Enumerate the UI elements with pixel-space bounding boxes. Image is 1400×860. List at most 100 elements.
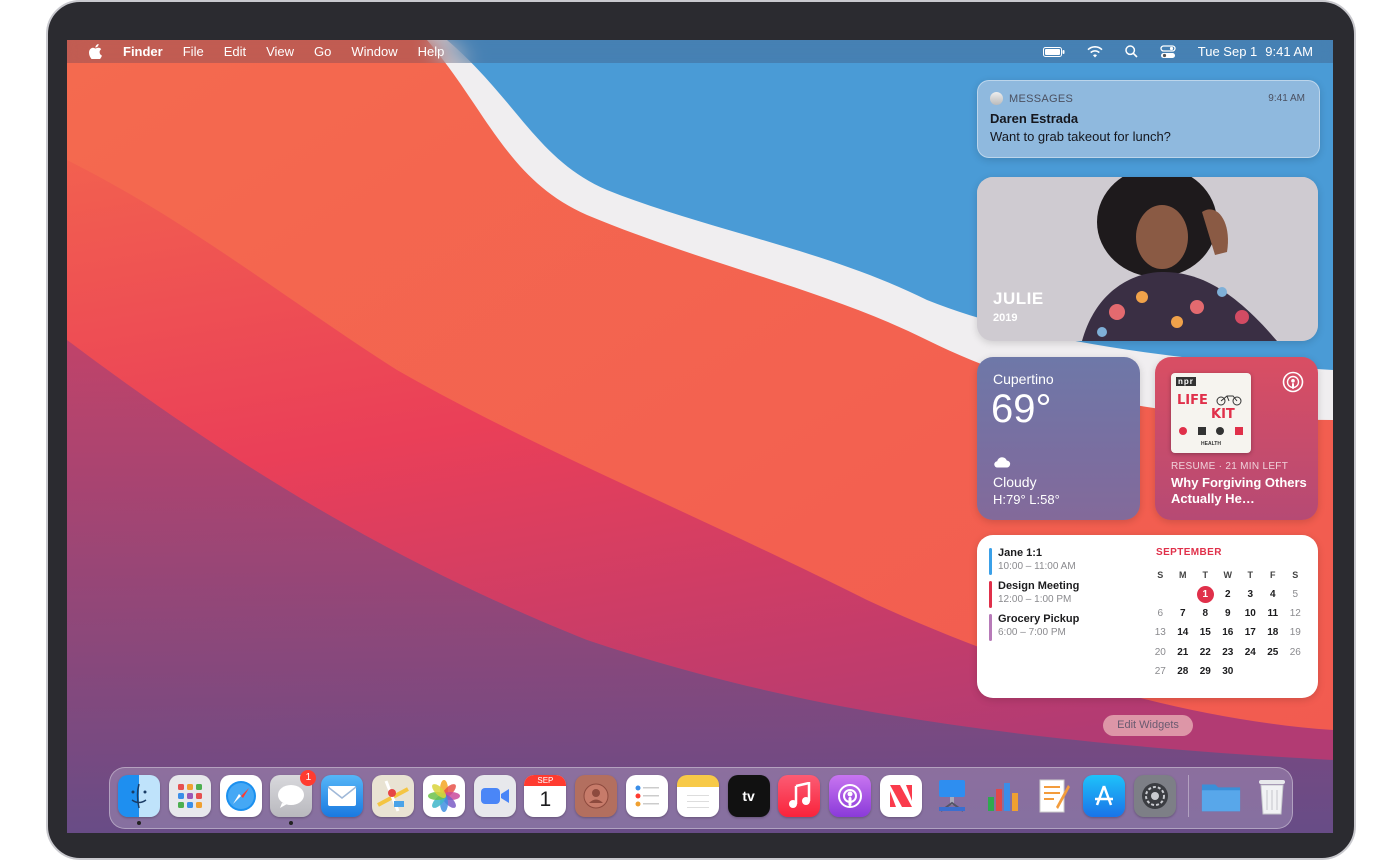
launchpad-icon[interactable]	[168, 775, 211, 817]
weather-city: Cupertino	[993, 371, 1054, 387]
messages-notification[interactable]: MESSAGES 9:41 AM Daren Estrada Want to g…	[977, 80, 1320, 158]
weekday-label: S	[1292, 569, 1299, 580]
contacts-icon[interactable]	[575, 775, 618, 817]
calendar-icon[interactable]: SEP 1	[524, 775, 567, 817]
calendar-day[interactable]: 2	[1217, 589, 1240, 600]
calendar-day[interactable]: 12	[1284, 608, 1307, 619]
mail-icon[interactable]	[321, 775, 364, 817]
safari-icon[interactable]	[219, 775, 262, 817]
apple-logo-icon[interactable]	[89, 44, 103, 60]
spotlight-search-icon[interactable]	[1125, 45, 1138, 58]
podcast-status: RESUME · 21 MIN LEFT	[1171, 461, 1289, 472]
notification-app-name: MESSAGES	[1009, 92, 1074, 105]
finder-icon[interactable]	[118, 775, 160, 825]
menu-view[interactable]: View	[266, 44, 294, 59]
podcasts-widget[interactable]: npr LIFE KIT HEALTH RESUME · 21 MIN LEFT…	[1155, 357, 1318, 520]
calendar-icon-month: SEP	[524, 775, 567, 786]
running-indicator	[137, 821, 141, 825]
menu-window[interactable]: Window	[351, 44, 397, 59]
app-store-icon[interactable]	[1083, 775, 1126, 817]
calendar-day[interactable]: 17	[1239, 627, 1262, 638]
messages-icon[interactable]: 1	[270, 770, 317, 825]
edit-widgets-button[interactable]: Edit Widgets	[1103, 715, 1193, 736]
apple-tv-label: tv	[742, 788, 755, 804]
control-center-icon[interactable]	[1160, 44, 1176, 59]
calendar-day[interactable]: 19	[1284, 627, 1307, 638]
calendar-day[interactable]: 22	[1194, 647, 1217, 658]
keynote-icon[interactable]	[931, 775, 973, 817]
menu-go[interactable]: Go	[314, 44, 331, 59]
calendar-day[interactable]: 30	[1217, 666, 1240, 677]
calendar-day[interactable]: 10	[1239, 608, 1262, 619]
calendar-day[interactable]: 14	[1172, 627, 1195, 638]
weather-widget[interactable]: Cupertino 69° Cloudy H:79° L:58°	[977, 357, 1140, 520]
event-title: Jane 1:1	[998, 547, 1043, 559]
calendar-day[interactable]: 20	[1149, 647, 1172, 658]
numbers-icon[interactable]	[982, 775, 1024, 817]
calendar-day[interactable]: 25	[1262, 647, 1285, 658]
calendar-day[interactable]: 15	[1194, 627, 1217, 638]
calendar-day[interactable]: 11	[1262, 608, 1285, 619]
dock-separator	[1187, 775, 1189, 817]
calendar-day[interactable]: 4	[1262, 589, 1285, 600]
music-icon[interactable]	[778, 775, 821, 817]
pages-icon[interactable]	[1032, 775, 1074, 817]
calendar-day[interactable]: 24	[1239, 647, 1262, 658]
notification-app-header: MESSAGES	[990, 92, 1073, 105]
calendar-day[interactable]: 27	[1149, 666, 1172, 677]
calendar-day[interactable]: 18	[1262, 627, 1285, 638]
calendar-day[interactable]: 28	[1172, 666, 1195, 677]
calendar-day[interactable]: 29	[1194, 666, 1217, 677]
calendar-day[interactable]: 23	[1217, 647, 1240, 658]
calendar-widget[interactable]: Jane 1:1 10:00 – 11:00 AM Design Meeting…	[977, 535, 1318, 698]
calendar-day[interactable]: 16	[1217, 627, 1240, 638]
weekday-label: S	[1157, 569, 1164, 580]
event-title: Design Meeting	[998, 580, 1080, 592]
system-preferences-icon[interactable]	[1133, 775, 1176, 817]
reminders-icon[interactable]	[625, 775, 668, 817]
calendar-day[interactable]: 5	[1284, 589, 1307, 600]
podcasts-icon[interactable]	[829, 775, 872, 817]
apple-tv-icon[interactable]: tv	[727, 775, 770, 817]
news-icon[interactable]	[879, 775, 922, 817]
cloud-icon	[993, 455, 1011, 473]
calendar-day[interactable]: 3	[1239, 589, 1262, 600]
calendar-week-row: 20 21 22 23 24 25 26	[1149, 643, 1307, 662]
cover-title-life: LIFE	[1177, 393, 1208, 408]
bicycle-illustration	[1216, 393, 1242, 406]
calendar-week-row: 13 14 15 16 17 18 19	[1149, 623, 1307, 642]
photos-icon[interactable]	[422, 775, 465, 817]
calendar-event[interactable]: Grocery Pickup 6:00 – 7:00 PM	[989, 613, 1139, 641]
calendar-day[interactable]: 21	[1172, 647, 1195, 658]
folder-icon[interactable]	[1200, 775, 1242, 817]
menu-file[interactable]: File	[183, 44, 204, 59]
photos-widget[interactable]: JULIE 2019	[977, 177, 1318, 341]
photo-caption-year: 2019	[993, 312, 1018, 324]
calendar-event[interactable]: Jane 1:1 10:00 – 11:00 AM	[989, 547, 1139, 575]
today-marker: 1	[1196, 585, 1214, 603]
wifi-icon[interactable]	[1087, 45, 1103, 58]
menu-app-name[interactable]: Finder	[123, 44, 163, 59]
menubar-clock[interactable]: Tue Sep 1 9:41 AM	[1198, 44, 1313, 59]
calendar-day[interactable]: 8	[1194, 608, 1217, 619]
calendar-grid: S M T W T F S 1 2 3 4 5 6 7 8 9 10 11 12…	[1149, 565, 1307, 681]
trash-icon[interactable]	[1251, 775, 1293, 817]
calendar-day-today[interactable]: 1	[1194, 585, 1217, 603]
calendar-day[interactable]: 13	[1149, 627, 1172, 638]
menu-help[interactable]: Help	[418, 44, 445, 59]
calendar-events-list: Jane 1:1 10:00 – 11:00 AM Design Meeting…	[989, 547, 1139, 646]
weather-temperature: 69°	[991, 387, 1052, 431]
battery-icon[interactable]	[1042, 46, 1065, 57]
notes-icon[interactable]	[676, 775, 719, 817]
calendar-day[interactable]: 26	[1284, 647, 1307, 658]
calendar-day[interactable]: 9	[1217, 608, 1240, 619]
event-title: Grocery Pickup	[998, 613, 1080, 625]
calendar-day[interactable]: 7	[1172, 608, 1195, 619]
facetime-icon[interactable]	[473, 775, 516, 817]
maps-icon[interactable]	[371, 775, 414, 817]
menu-edit[interactable]: Edit	[224, 44, 246, 59]
calendar-event[interactable]: Design Meeting 12:00 – 1:00 PM	[989, 580, 1139, 608]
menubar-time: 9:41 AM	[1265, 44, 1313, 59]
menubar-date: Tue Sep 1	[1197, 44, 1258, 59]
calendar-day[interactable]: 6	[1149, 608, 1172, 619]
